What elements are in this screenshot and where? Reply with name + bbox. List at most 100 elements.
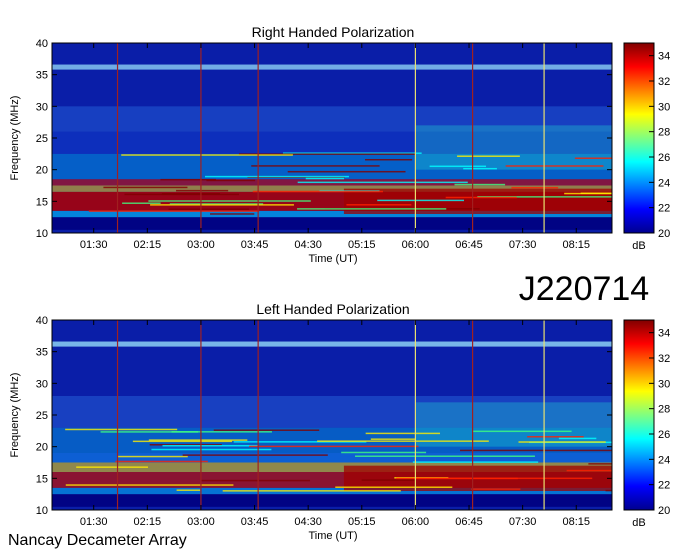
emission-streak — [365, 432, 441, 435]
emission-streak — [65, 428, 178, 431]
colorbar-tick-label: 20 — [658, 228, 670, 240]
colorbar-tick-label: 30 — [658, 378, 670, 390]
emission-streak — [471, 488, 521, 490]
x-tick-label: 08:15 — [562, 239, 590, 251]
y-tick-label: 20 — [36, 165, 48, 177]
x-tick-label: 03:00 — [187, 516, 215, 528]
emission-streak — [580, 192, 612, 194]
spectral-band — [52, 494, 612, 507]
emission-streak — [305, 177, 345, 180]
colorbar-scale — [623, 319, 655, 511]
emission-streak — [182, 454, 328, 456]
emission-streak — [429, 165, 487, 168]
colorbar-tick-label: 26 — [658, 152, 670, 164]
y-tick-label: 40 — [36, 315, 48, 327]
emission-streak — [365, 158, 413, 161]
emission-streak — [445, 196, 517, 199]
emission-streak — [460, 449, 612, 452]
emission-streak — [213, 429, 320, 431]
emission-streak — [65, 484, 234, 486]
x-tick-label: 06:00 — [402, 239, 430, 251]
emission-streak — [160, 178, 216, 181]
emission-streak — [473, 430, 572, 433]
y-tick-label: 20 — [36, 442, 48, 454]
emission-streak — [176, 189, 229, 192]
emission-streak — [341, 451, 427, 454]
emission-streak — [527, 436, 584, 438]
colorbar-unit: dB — [632, 240, 645, 252]
emission-streak — [377, 199, 464, 202]
x-tick-label: 03:45 — [241, 516, 269, 528]
emission-streak — [346, 204, 412, 206]
colorbar-tick-label: 20 — [658, 505, 670, 517]
emission-streak — [222, 490, 401, 492]
emission-region — [415, 402, 612, 447]
x-tick-label: 04:30 — [294, 239, 322, 251]
x-tick-label: 03:45 — [241, 239, 269, 251]
spectral-band — [52, 217, 612, 230]
emission-streak — [103, 186, 188, 189]
emission-streak — [76, 466, 148, 468]
x-tick-label: 06:45 — [455, 516, 483, 528]
emission-streak — [121, 154, 293, 156]
x-tick-label: 01:30 — [80, 516, 108, 528]
observation-id: J220714 — [519, 270, 649, 308]
chart-title: Left Handed Polarization — [256, 301, 409, 317]
emission-streak — [605, 489, 612, 492]
colorbar-tick-label: 30 — [658, 101, 670, 113]
emission-streak — [361, 479, 415, 481]
colorbar-tick-label: 34 — [658, 328, 670, 340]
x-tick-label: 01:30 — [80, 239, 108, 251]
x-tick-label: 05:15 — [348, 516, 376, 528]
x-axis-label: Time (UT) — [308, 253, 357, 265]
panel-right-polarization: Right Handed Polarization 10 15 20 25 30 35 40… — [9, 24, 670, 265]
x-tick-label: 02:15 — [134, 516, 162, 528]
spectral-band — [52, 64, 612, 70]
y-tick-label: 15 — [36, 196, 48, 208]
x-tick-label: 03:00 — [187, 239, 215, 251]
emission-streak — [249, 445, 419, 448]
emission-streak — [204, 175, 349, 178]
x-tick-label: 06:00 — [402, 516, 430, 528]
y-tick-label: 25 — [36, 133, 48, 145]
emission-streak — [162, 444, 259, 447]
emission-streak — [122, 202, 161, 204]
colorbar-tick-label: 24 — [658, 454, 670, 466]
chart-title: Right Handed Polarization — [252, 24, 415, 40]
y-tick-label: 10 — [36, 505, 48, 517]
emission-streak — [161, 193, 220, 195]
emission-streak — [115, 460, 208, 463]
emission-streak — [566, 469, 612, 472]
emission-streak — [588, 463, 612, 465]
emission-streak — [132, 440, 233, 443]
y-axis-label: Frequency (MHz) — [9, 96, 21, 181]
colorbar-tick-label: 28 — [658, 404, 670, 416]
panel-left-polarization: Left Handed Polarization 10152025303540 … — [9, 301, 670, 542]
emission-streak — [168, 208, 250, 210]
colorbar-tick-label: 22 — [658, 480, 670, 492]
colorbar-tick-label: 26 — [658, 429, 670, 441]
y-tick-label: 30 — [36, 378, 48, 390]
emission-streak — [297, 181, 468, 184]
y-tick-label: 35 — [36, 347, 48, 359]
emission-streak — [148, 200, 311, 202]
emission-streak — [454, 183, 506, 186]
dynamic-spectrum-figure: Right Handed Polarization 10 15 20 25 30 35 40… — [8, 24, 670, 549]
emission-streak — [558, 437, 597, 440]
y-tick-label: 10 — [36, 228, 48, 240]
emission-streak — [317, 440, 489, 442]
emission-streak — [574, 157, 612, 159]
emission-streak — [176, 489, 201, 491]
colorbar-tick-label: 22 — [658, 203, 670, 215]
colorbar-tick-label: 28 — [658, 127, 670, 139]
emission-streak — [412, 461, 539, 463]
y-tick-label: 40 — [36, 38, 48, 50]
x-tick-label: 08:15 — [562, 516, 590, 528]
emission-streak — [100, 431, 199, 433]
x-tick-label: 06:45 — [455, 239, 483, 251]
instrument-label: Nancay Decameter Array — [8, 532, 187, 549]
x-tick-label: 07:30 — [509, 516, 537, 528]
emission-streak — [210, 213, 255, 215]
emission-streak — [251, 165, 380, 167]
x-axis-label: Time (UT) — [308, 530, 357, 542]
